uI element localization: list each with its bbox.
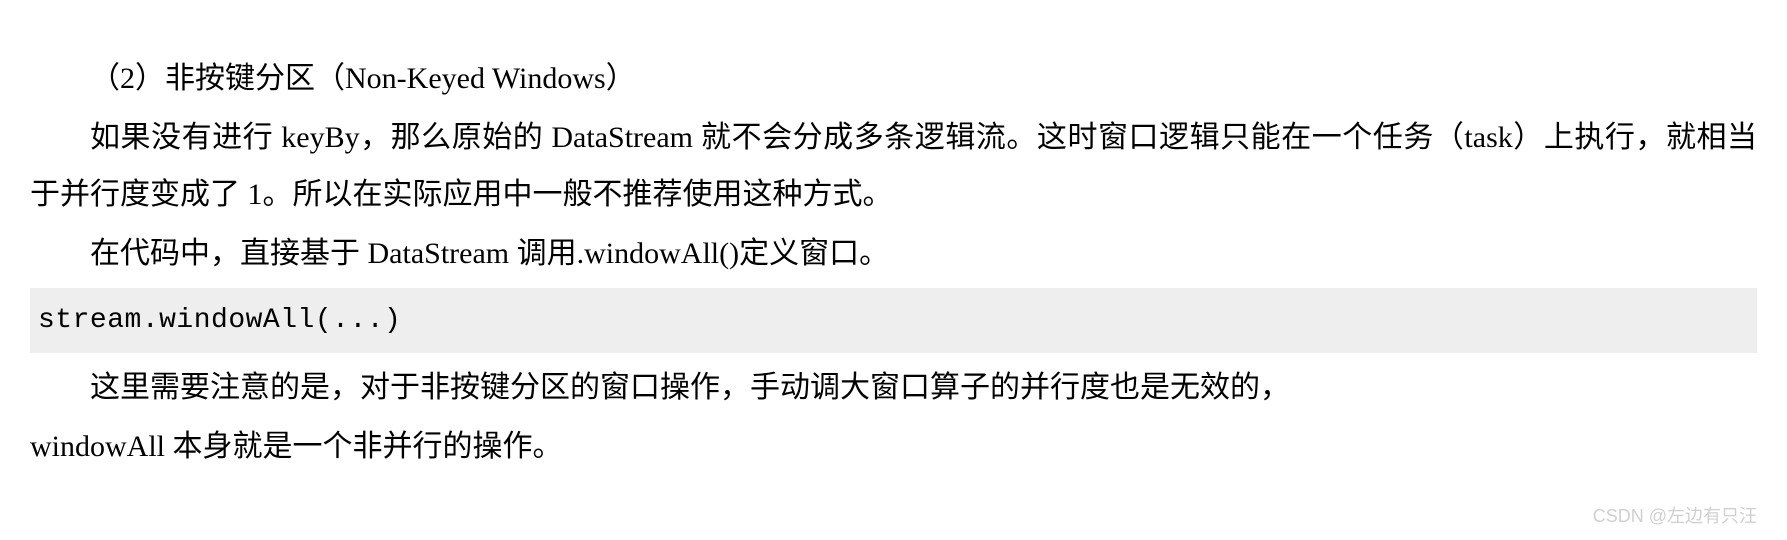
p3-seg1: 这里需要注意的是，对于非按键分区的窗口操作，手动调大窗口算子的并行度也是无效的， xyxy=(90,371,1290,404)
paragraph-3b: windowAll 本身就是一个非并行的操作。 xyxy=(30,418,1757,475)
p1-task: task xyxy=(1464,121,1512,154)
p2-seg5: 定义窗口。 xyxy=(739,237,889,270)
p1-seg3: ，那么原始的 xyxy=(360,121,552,154)
p3-windowall: windowAll xyxy=(30,430,173,463)
p1-keyby: keyBy xyxy=(281,121,359,154)
p3-seg3: 本身就是一个非并行的操作。 xyxy=(173,430,563,463)
p2-seg1: 在代码中，直接基于 xyxy=(90,237,368,270)
p2-windowall: .windowAll() xyxy=(577,237,739,270)
p2-seg3: 调用 xyxy=(517,237,577,270)
section-heading: （2）非按键分区（Non-Keyed Windows） xyxy=(30,50,1757,107)
code-snippet: stream.windowAll(...) xyxy=(30,288,1757,353)
paragraph-1: 如果没有进行 keyBy，那么原始的 DataStream 就不会分成多条逻辑流… xyxy=(30,109,1757,223)
heading-prefix: （2）非按键分区（ xyxy=(90,62,345,95)
document-body: （2）非按键分区（Non-Keyed Windows） 如果没有进行 keyBy… xyxy=(30,50,1757,475)
paragraph-2: 在代码中，直接基于 DataStream 调用.windowAll()定义窗口。 xyxy=(30,225,1757,282)
watermark-text: CSDN @左边有只汪 xyxy=(1593,502,1757,528)
paragraph-3a: 这里需要注意的是，对于非按键分区的窗口操作，手动调大窗口算子的并行度也是无效的， xyxy=(30,359,1757,416)
p1-seg1: 如果没有进行 xyxy=(90,121,281,154)
heading-suffix: ） xyxy=(606,62,636,95)
heading-latin: Non-Keyed Windows xyxy=(345,62,606,95)
p1-datastream: DataStream xyxy=(551,121,701,154)
p1-seg5: 就不会分成多条逻辑流。这时窗口逻辑只能在一个任务（ xyxy=(701,121,1464,154)
p2-datastream: DataStream xyxy=(368,237,517,270)
